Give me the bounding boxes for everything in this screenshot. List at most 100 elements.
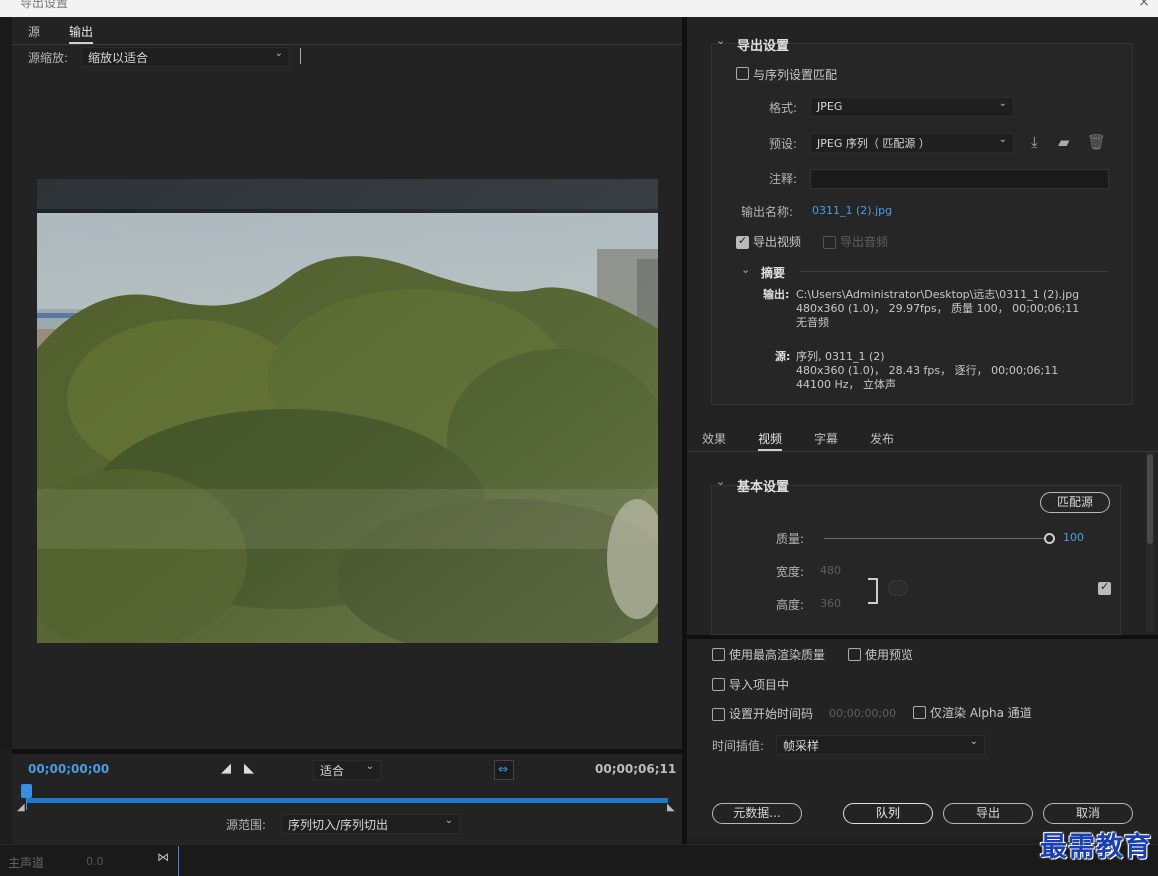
format-dropdown[interactable]: JPEG ⌄ (810, 97, 1014, 117)
source-range-label: 源范围: (226, 818, 267, 832)
playhead[interactable] (21, 784, 32, 798)
watermark-logo: 最需教育 (1040, 832, 1152, 863)
chevron-down-icon: ⌄ (444, 815, 453, 826)
in-point-handle[interactable]: ◢ (17, 802, 25, 813)
chevron-down-icon[interactable]: ⌄ (716, 34, 725, 47)
import-project-label: 导入项目中 (729, 678, 790, 692)
chevron-down-icon: ⌄ (969, 736, 978, 747)
export-audio-label: 导出音频 (840, 235, 889, 249)
chevron-down-icon: ⌄ (998, 98, 1007, 109)
settings-scrollbar[interactable] (1146, 452, 1154, 632)
alpha-only-label: 仅渲染 Alpha 通道 (930, 706, 1032, 720)
scrollbar-thumb[interactable] (1147, 454, 1153, 544)
master-track-label: 主声道 (8, 856, 45, 870)
duration-timecode: 00;00;06;11 (595, 762, 677, 776)
set-start-timecode-checkbox[interactable] (712, 708, 725, 721)
comment-input[interactable] (810, 169, 1109, 189)
aspect-correction-button[interactable]: ⇔ (494, 760, 514, 780)
match-sequence-checkbox[interactable] (736, 67, 749, 80)
output-name-label: 输出名称: (741, 205, 794, 219)
playhead-line (26, 798, 27, 810)
summary-source-audio: 44100 Hz， 立体声 (796, 378, 897, 391)
export-button[interactable]: 导出 (943, 803, 1033, 824)
mark-in-icon[interactable]: ◢ (221, 761, 231, 776)
preset-label: 预设: (769, 137, 798, 151)
max-render-quality-label: 使用最高渲染质量 (729, 648, 826, 662)
chevron-down-icon: ⌄ (998, 134, 1007, 145)
export-video-checkbox[interactable] (736, 234, 749, 249)
basic-settings-title: 基本设置 (737, 480, 790, 495)
close-icon[interactable]: × (1138, 0, 1150, 10)
quality-slider-handle[interactable] (1044, 533, 1055, 544)
match-size-checkbox[interactable] (1098, 580, 1111, 595)
height-value: 360 (820, 597, 841, 610)
current-timecode[interactable]: 00;00;00;00 (28, 762, 109, 776)
source-scale-dropdown[interactable]: 缩放以适合 ⌄ (81, 47, 290, 67)
source-range-value: 序列切入/序列切出 (288, 818, 389, 832)
quality-value[interactable]: 100 (1063, 531, 1084, 544)
background-app-strip (0, 844, 1158, 876)
export-video-label: 导出视频 (753, 235, 802, 249)
bowtie-icon[interactable]: ⋈ (157, 850, 169, 864)
format-value: JPEG (817, 100, 843, 113)
timeline-range-bar[interactable] (26, 798, 668, 803)
preset-value: JPEG 序列（ 匹配源 ） (817, 137, 930, 150)
mark-out-icon[interactable]: ◣ (244, 761, 254, 776)
source-scale-label: 源缩放: (28, 51, 69, 65)
tab-source[interactable]: 源 (28, 23, 40, 40)
cancel-button[interactable]: 取消 (1043, 803, 1133, 824)
tab-video[interactable]: 视频 (758, 430, 783, 451)
tab-publish[interactable]: 发布 (870, 430, 894, 447)
link-bracket (868, 578, 878, 604)
preview-tabs: 源 输出 (12, 17, 682, 45)
import-preset-icon[interactable]: ▰ (1058, 133, 1070, 151)
out-point-handle[interactable]: ◣ (667, 802, 675, 813)
height-label: 高度: (776, 598, 805, 612)
export-settings-title: 导出设置 (737, 39, 790, 54)
tab-effects[interactable]: 效果 (702, 430, 726, 447)
save-preset-icon[interactable]: ⤓ (1031, 133, 1038, 151)
quality-slider-track[interactable] (824, 538, 1046, 539)
output-name-link[interactable]: 0311_1 (2).jpg (812, 204, 892, 217)
chevron-down-icon[interactable]: ⌄ (716, 475, 725, 488)
link-icon[interactable] (888, 580, 908, 596)
summary-title: 摘要 (761, 266, 786, 280)
preset-dropdown[interactable]: JPEG 序列（ 匹配源 ） ⌄ (810, 133, 1014, 153)
width-value: 480 (820, 564, 841, 577)
source-scale-value: 缩放以适合 (88, 51, 149, 65)
start-timecode-value: 00;00;00;00 (829, 707, 897, 720)
left-gutter (0, 17, 12, 749)
delete-preset-icon[interactable]: 🗑 (1087, 133, 1106, 151)
time-interpolation-dropdown[interactable]: 帧采样 ⌄ (776, 735, 985, 755)
tab-captions[interactable]: 字幕 (814, 430, 838, 447)
match-sequence-label: 与序列设置匹配 (753, 68, 838, 82)
time-interpolation-value: 帧采样 (783, 739, 820, 753)
chevron-down-icon: ⌄ (365, 761, 374, 772)
metadata-button[interactable]: 元数据... (712, 803, 802, 824)
summary-source-label: 源: (775, 350, 791, 363)
chevron-down-icon: ⌄ (274, 48, 283, 59)
summary-output-audio: 无音频 (796, 316, 829, 329)
summary-output-label: 输出: (763, 288, 790, 301)
chevron-down-icon[interactable]: ⌄ (741, 263, 750, 276)
import-project-checkbox[interactable] (712, 678, 725, 691)
export-audio-checkbox[interactable] (823, 236, 836, 249)
alpha-only-checkbox[interactable] (913, 706, 926, 719)
fit-value: 适合 (320, 764, 345, 778)
use-preview-checkbox[interactable] (848, 648, 861, 661)
match-source-button[interactable]: 匹配源 (1040, 492, 1110, 513)
video-preview-frame (37, 179, 658, 643)
preview-image (37, 179, 658, 643)
max-render-quality-checkbox[interactable] (712, 648, 725, 661)
fit-dropdown[interactable]: 适合 ⌄ (313, 760, 381, 780)
time-interpolation-label: 时间插值: (712, 739, 765, 753)
use-preview-label: 使用预览 (865, 648, 914, 662)
format-label: 格式: (769, 101, 798, 115)
aspect-icon: ⇔ (498, 762, 509, 776)
tab-output[interactable]: 输出 (69, 23, 94, 44)
source-range-dropdown[interactable]: 序列切入/序列切出 ⌄ (281, 814, 460, 834)
text-cursor (300, 48, 301, 64)
set-start-timecode-label: 设置开始时间码 (729, 707, 814, 721)
queue-button[interactable]: 队列 (843, 803, 933, 824)
comment-label: 注释: (769, 172, 798, 186)
